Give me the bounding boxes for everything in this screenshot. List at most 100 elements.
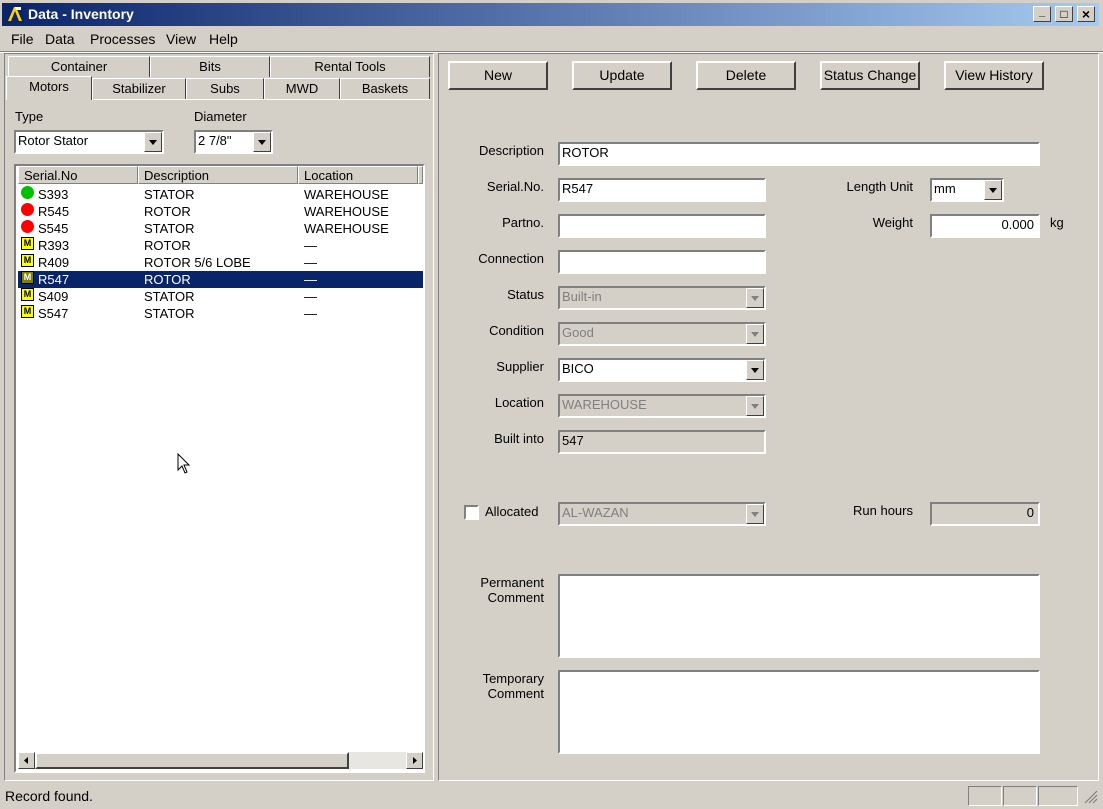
- chevron-down-icon[interactable]: [144, 132, 162, 152]
- partno-field[interactable]: [558, 214, 766, 238]
- close-icon: ×: [1081, 6, 1091, 22]
- column-header-description[interactable]: Description: [138, 166, 298, 184]
- condition-value: Good: [562, 325, 594, 340]
- scroll-left-button[interactable]: [18, 752, 35, 769]
- location-select: WAREHOUSE: [558, 394, 766, 418]
- menu-data[interactable]: Data: [45, 31, 75, 47]
- row-description: ROTOR: [144, 272, 191, 287]
- new-button[interactable]: New: [448, 61, 548, 90]
- tab-rental-tools[interactable]: Rental Tools: [270, 56, 430, 77]
- table-row[interactable]: S393 STATOR WAREHOUSE: [18, 186, 423, 203]
- table-row[interactable]: R545 ROTOR WAREHOUSE: [18, 203, 423, 220]
- status-value: Built-in: [562, 289, 602, 304]
- scroll-right-button[interactable]: [406, 752, 423, 769]
- close-button[interactable]: ×: [1077, 6, 1095, 22]
- row-serial: S409: [38, 289, 69, 304]
- scroll-thumb[interactable]: [35, 752, 349, 769]
- row-serial: S545: [38, 221, 69, 236]
- row-location: —: [304, 289, 317, 304]
- type-label: Type: [15, 109, 44, 124]
- description-field[interactable]: ROTOR: [558, 142, 1040, 166]
- location-value: WAREHOUSE: [562, 397, 647, 412]
- column-header-location[interactable]: Location: [298, 166, 418, 184]
- connection-field[interactable]: [558, 250, 766, 274]
- tab-stabilizer[interactable]: Stabilizer: [92, 78, 186, 99]
- length-unit-select[interactable]: mm: [930, 178, 1004, 202]
- menu-bar: File Data Processes View Help: [2, 27, 1099, 49]
- condition-select: Good: [558, 322, 766, 346]
- horizontal-scrollbar[interactable]: [18, 752, 423, 769]
- tab-container[interactable]: Container: [8, 56, 150, 77]
- table-row[interactable]: M R409 ROTOR 5/6 LOBE —: [18, 254, 423, 271]
- temporary-comment-textarea[interactable]: [558, 670, 1040, 754]
- inventory-list[interactable]: Serial.No Description Location S393 STATO…: [14, 164, 425, 773]
- status-text: Record found.: [5, 788, 93, 804]
- chevron-down-icon[interactable]: [984, 180, 1002, 200]
- view-history-button[interactable]: View History: [944, 61, 1044, 90]
- table-row[interactable]: M S409 STATOR —: [18, 288, 423, 305]
- row-serial: R393: [38, 238, 70, 253]
- tab-subs[interactable]: Subs: [186, 78, 264, 99]
- row-serial: R409: [38, 255, 70, 270]
- partno-label: Partno.: [502, 215, 544, 230]
- serial-value: R547: [562, 181, 594, 196]
- update-button[interactable]: Update: [572, 61, 672, 90]
- title-bar: Data - Inventory _ □ ×: [2, 3, 1099, 26]
- run-hours-label: Run hours: [853, 503, 913, 518]
- status-change-button[interactable]: Status Change: [820, 61, 920, 90]
- chevron-down-icon[interactable]: [253, 132, 271, 152]
- resize-grip-icon[interactable]: [1084, 790, 1098, 804]
- table-row[interactable]: M R547 ROTOR —: [17, 270, 424, 289]
- tab-motors[interactable]: Motors: [6, 76, 92, 100]
- type-select[interactable]: Rotor Stator: [14, 130, 164, 154]
- menu-file[interactable]: File: [11, 31, 34, 47]
- row-location: WAREHOUSE: [304, 221, 389, 236]
- length-unit-value: mm: [934, 181, 956, 196]
- arrow-left-icon: [24, 757, 28, 764]
- diameter-select[interactable]: 2 7/8": [194, 130, 273, 154]
- row-description: STATOR: [144, 306, 195, 321]
- allocated-select: AL-WAZAN: [558, 502, 766, 526]
- menu-processes[interactable]: Processes: [90, 31, 155, 47]
- maximize-button[interactable]: □: [1055, 6, 1073, 22]
- serial-label: Serial.No.: [486, 179, 544, 194]
- row-location: WAREHOUSE: [304, 187, 389, 202]
- table-row[interactable]: M R393 ROTOR —: [18, 237, 423, 254]
- serial-field[interactable]: R547: [558, 178, 766, 202]
- weight-unit-label: kg: [1050, 215, 1064, 230]
- weight-field[interactable]: 0.000: [930, 214, 1040, 238]
- menu-view[interactable]: View: [166, 31, 196, 47]
- status-label: Status: [507, 287, 544, 302]
- motor-badge-icon: M: [21, 237, 34, 250]
- status-pane-2: [1003, 786, 1037, 806]
- supplier-select[interactable]: BICO: [558, 358, 766, 382]
- status-pane-3: [1038, 786, 1078, 806]
- delete-button[interactable]: Delete: [696, 61, 796, 90]
- chevron-down-icon: [746, 504, 764, 524]
- permanent-comment-textarea[interactable]: [558, 574, 1040, 658]
- motor-badge-icon: M: [21, 288, 34, 301]
- allocated-value: AL-WAZAN: [562, 505, 629, 520]
- diameter-select-value: 2 7/8": [198, 133, 232, 148]
- tab-bits[interactable]: Bits: [150, 56, 270, 77]
- tab-baskets[interactable]: Baskets: [340, 78, 430, 99]
- minimize-icon: _: [1038, 6, 1046, 18]
- table-row[interactable]: M S547 STATOR —: [18, 305, 423, 322]
- temporary-comment-label: Temporary Comment: [483, 671, 544, 701]
- menu-help[interactable]: Help: [209, 31, 238, 47]
- condition-label: Condition: [489, 323, 544, 338]
- column-header-serial[interactable]: Serial.No: [18, 166, 138, 184]
- tab-baseline: [92, 99, 430, 100]
- description-label: Description: [478, 143, 544, 158]
- allocated-checkbox[interactable]: [464, 505, 479, 520]
- diameter-label: Diameter: [194, 109, 247, 124]
- chevron-down-icon[interactable]: [746, 360, 764, 380]
- weight-value: 0.000: [1001, 217, 1034, 232]
- built-into-label: Built into: [494, 431, 544, 446]
- table-row[interactable]: S545 STATOR WAREHOUSE: [18, 220, 423, 237]
- status-select: Built-in: [558, 286, 766, 310]
- tab-mwd[interactable]: MWD: [264, 78, 340, 99]
- minimize-button[interactable]: _: [1033, 6, 1051, 22]
- row-description: ROTOR: [144, 238, 191, 253]
- run-hours-field: 0: [930, 502, 1040, 526]
